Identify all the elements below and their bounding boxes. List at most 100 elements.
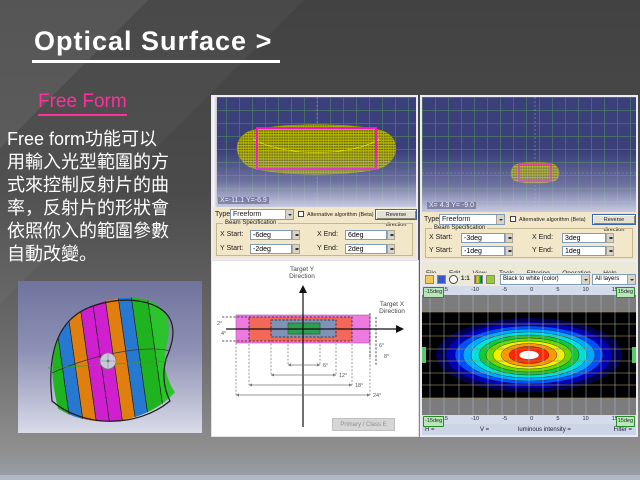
type-select[interactable]: Freeform (230, 209, 294, 220)
status-v: V = (480, 427, 489, 433)
alt-algorithm-label: Alternative algorithm (Beta) (519, 217, 586, 223)
type-value: Freeform (233, 211, 261, 218)
status-filter: Filter = (613, 427, 632, 433)
y-end-field[interactable] (345, 244, 387, 254)
save-icon[interactable] (437, 275, 446, 284)
menu-bar: File Edit View Tools Filtering Operation… (420, 262, 638, 273)
y-start-field[interactable] (461, 246, 505, 256)
dim-12deg: 12° (339, 373, 347, 379)
range-chip-min: -15deg (423, 416, 444, 427)
chevron-down-icon[interactable] (627, 275, 635, 284)
beam-form-left: Type: Freeform Alternative algorithm (Be… (211, 207, 418, 260)
alt-algorithm-checkbox[interactable] (298, 211, 304, 217)
y-end-stepper[interactable] (387, 244, 395, 254)
simulation-viewport-left: X=-11.1 Y=-6.9 (211, 95, 418, 207)
x-end-field[interactable] (562, 233, 606, 243)
tick: 10 (583, 415, 589, 424)
tick: 5 (556, 286, 559, 295)
x-start-stepper[interactable] (505, 233, 513, 243)
cad-surface-image (18, 281, 202, 433)
tick: -5 (502, 286, 507, 295)
one-to-one-icon[interactable]: 1:1 (461, 276, 470, 282)
beam-specification-group: Beam Specification X Start: X End: Y Sta… (216, 223, 413, 256)
page-title: Optical Surface > (32, 26, 280, 63)
tick: 5 (556, 415, 559, 424)
toolbar: 1:1 Black to white (color) All layers (420, 273, 638, 286)
ruler-bottom: -15deg -15 -10 -5 0 5 10 15 15deg (420, 415, 638, 424)
beam-form-right: Type: Freeform Alternative algorithm (Be… (420, 212, 638, 262)
scrollbar[interactable] (213, 97, 217, 207)
y-end-label: Y End: (317, 245, 338, 252)
range-chip-max: 15deg (616, 416, 635, 427)
x-end-field[interactable] (345, 230, 387, 240)
x-start-field[interactable] (250, 230, 292, 240)
alt-algorithm-label: Alternative algorithm (Beta) (307, 212, 374, 218)
dim-left-2deg: 2° (217, 321, 222, 327)
dim-18deg: 18° (355, 383, 363, 389)
tick: 0 (530, 286, 533, 295)
dim-right-6deg: 6° (379, 343, 384, 349)
compass-icon (100, 353, 116, 369)
reverse-direction-button[interactable]: Reverse direction (592, 214, 636, 225)
body-text: Free form功能可以 用輸入光型範圍的方 式來控制反射片的曲 率，反射片的… (7, 128, 213, 266)
chevron-down-icon[interactable] (581, 275, 589, 284)
type-value: Freeform (442, 216, 470, 223)
x-start-label: X Start: (220, 231, 243, 238)
chart-icon[interactable] (486, 275, 495, 284)
layers-select[interactable]: All layers (592, 274, 636, 285)
x-end-stepper[interactable] (387, 230, 395, 240)
tick: -10 (471, 415, 479, 424)
chevron-down-icon[interactable] (285, 210, 293, 219)
x-end-label: X End: (317, 231, 338, 238)
primary-class-button[interactable]: Primary / Class E (332, 418, 395, 431)
mesh-surface-left (213, 97, 418, 207)
x-start-stepper[interactable] (292, 230, 300, 240)
dim-6deg: 6° (323, 363, 328, 369)
y-start-field[interactable] (250, 244, 292, 254)
freeform-tag[interactable]: Free Form (38, 91, 127, 116)
left-handle[interactable] (422, 347, 426, 363)
status-bar: H = V = luminous intensity = Filter = (420, 424, 638, 437)
y-start-label: Y Start: (429, 247, 452, 254)
target-diagram-drawing (212, 261, 418, 436)
y-end-field[interactable] (562, 246, 606, 256)
y-start-stepper[interactable] (505, 246, 513, 256)
cursor-coordinates: X= 4.3 Y= -9.0 (427, 202, 476, 209)
beam-specification-group: Beam Specification X Start: X End: Y Sta… (425, 228, 633, 258)
chevron-down-icon[interactable] (496, 215, 504, 224)
alt-algorithm-checkbox[interactable] (510, 216, 516, 222)
x-end-stepper[interactable] (606, 233, 614, 243)
x-start-field[interactable] (461, 233, 505, 243)
simulation-viewport-right: X= 4.3 Y= -9.0 (420, 95, 638, 212)
open-icon[interactable] (425, 275, 434, 284)
dim-24deg: 24° (373, 393, 381, 399)
primary-class-label: Primary / Class E (340, 422, 386, 428)
y-end-label: Y End: (532, 247, 553, 254)
cad-surface-drawing (18, 281, 202, 433)
beam-specification-label: Beam Specification (223, 220, 278, 226)
tick: -10 (471, 286, 479, 295)
right-handle[interactable] (632, 347, 636, 363)
y-start-label: Y Start: (220, 245, 243, 252)
y-start-stepper[interactable] (292, 244, 300, 254)
beam-specification-label: Beam Specification (432, 225, 487, 231)
y-end-stepper[interactable] (606, 246, 614, 256)
x-start-label: X Start: (429, 234, 452, 241)
slide: Optical Surface > Free Form Free form功能可… (0, 0, 640, 480)
colormap-select[interactable]: Black to white (color) (500, 274, 590, 285)
reverse-direction-button[interactable]: Reverse direction (375, 209, 417, 220)
colormap-icon[interactable] (474, 275, 483, 284)
range-chip-max: 15deg (616, 287, 635, 298)
y-axis-label: Target Y Direction (270, 266, 334, 281)
target-diagram: Target Y Direction Target X Direction 6°… (211, 260, 419, 437)
status-intensity: luminous intensity = (518, 427, 571, 433)
mesh-surface-right (422, 97, 638, 212)
type-select[interactable]: Freeform (439, 214, 505, 225)
range-chip-min: -15deg (423, 287, 444, 298)
intensity-map (420, 295, 638, 415)
tick: 10 (583, 286, 589, 295)
dim-right-8deg: 8° (384, 354, 389, 360)
x-end-label: X End: (532, 234, 553, 241)
cursor-coordinates: X=-11.1 Y=-6.9 (218, 197, 269, 204)
search-icon[interactable] (449, 275, 458, 284)
